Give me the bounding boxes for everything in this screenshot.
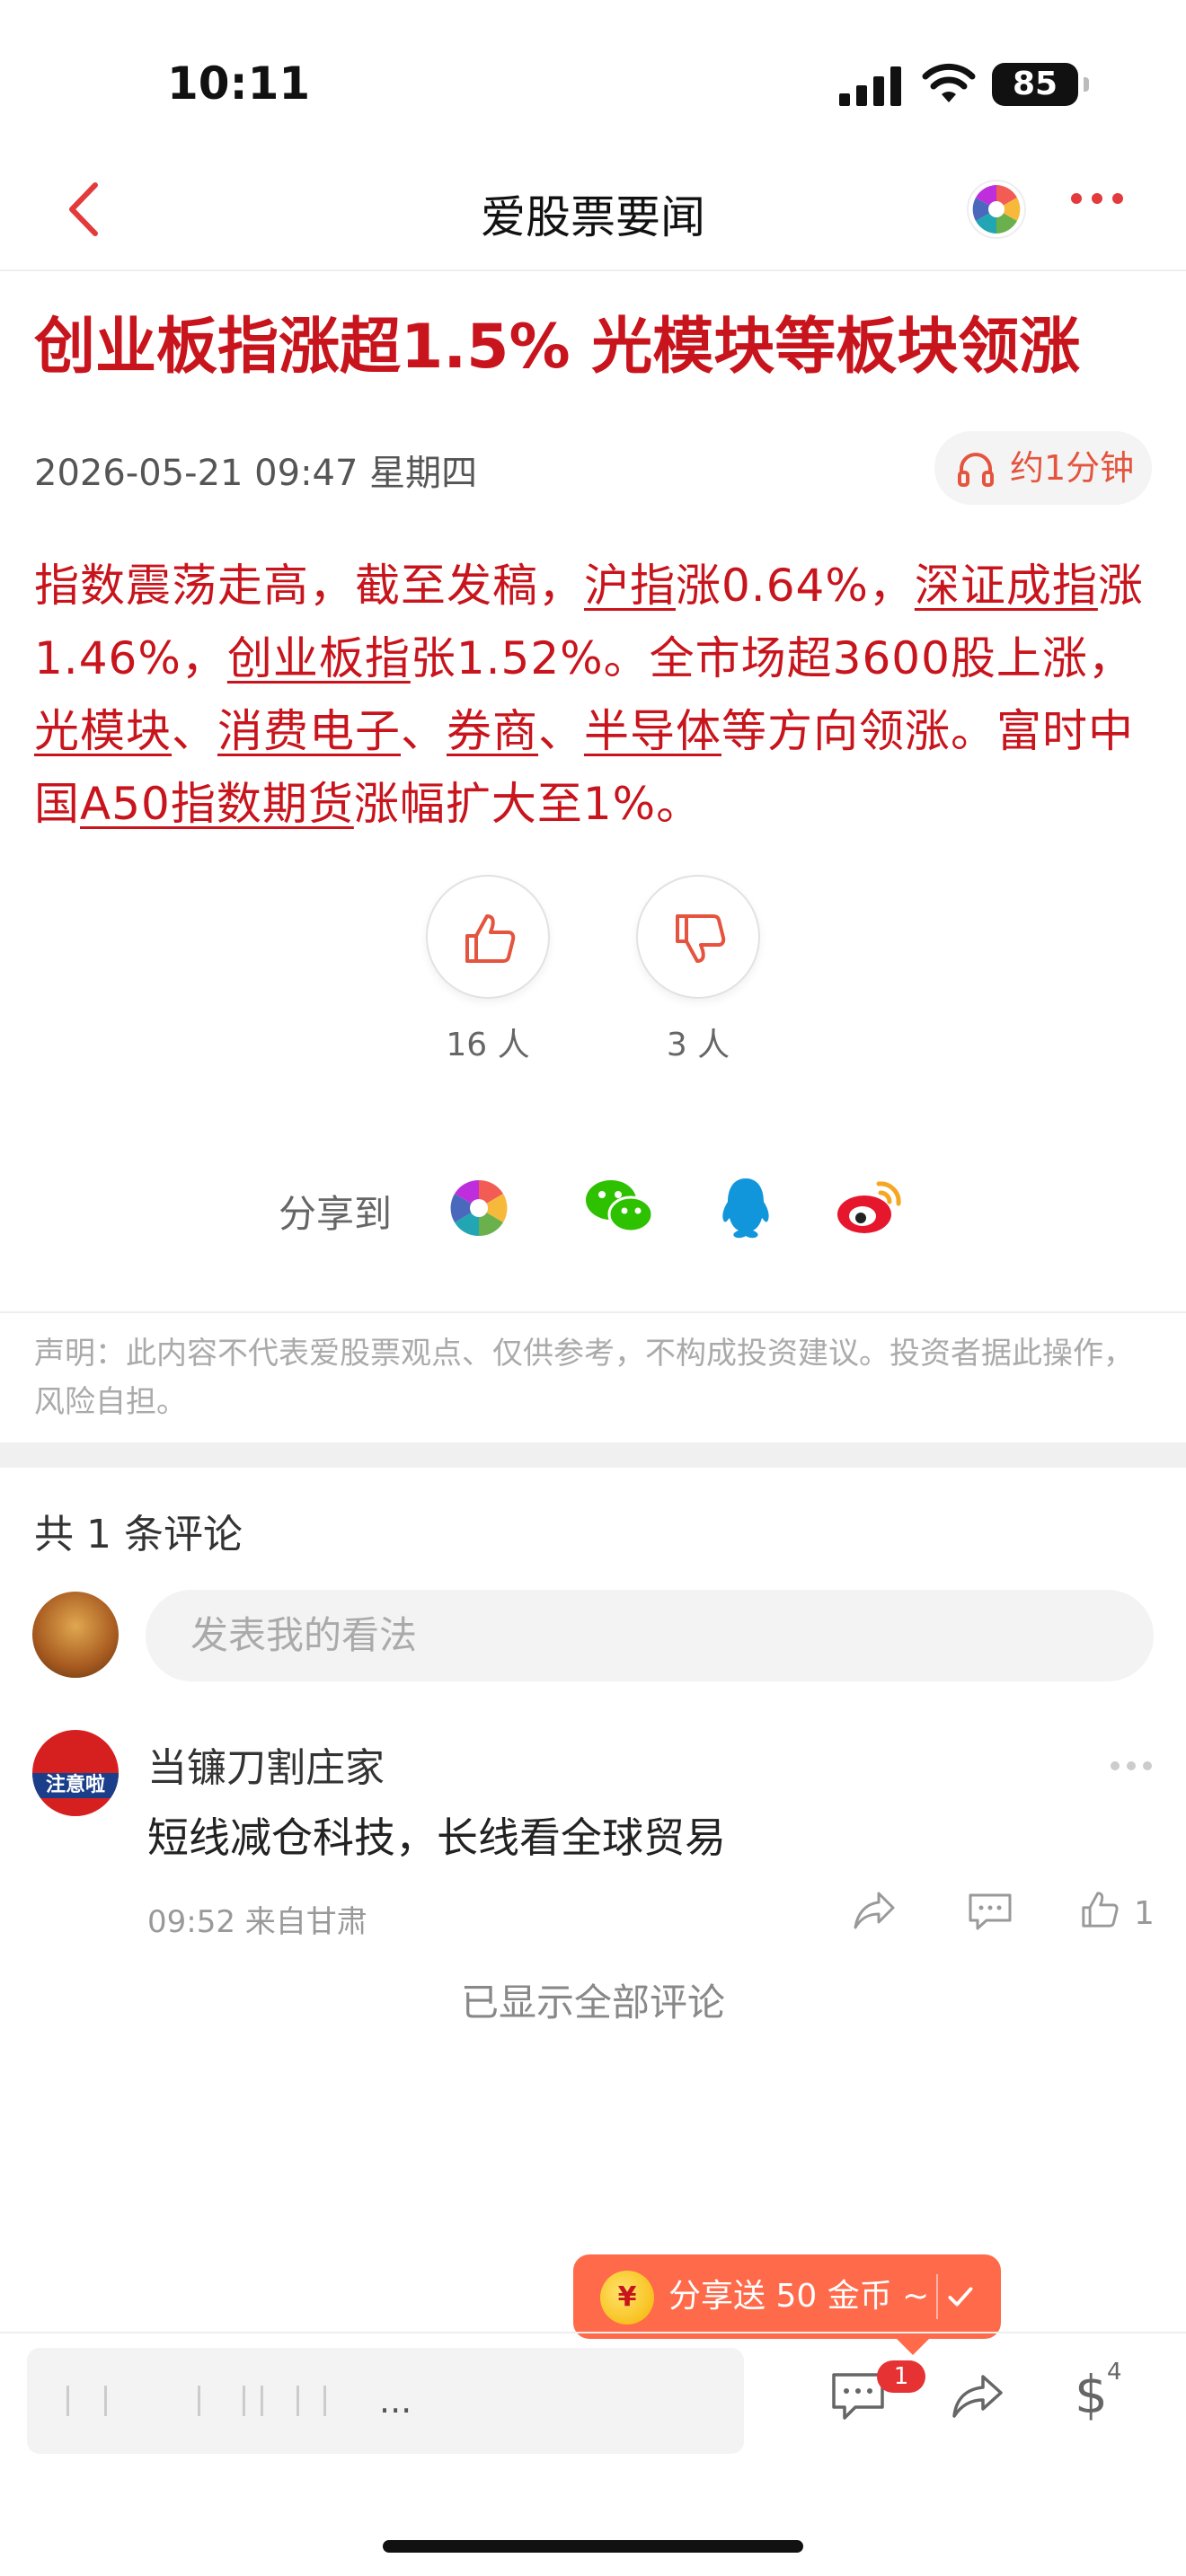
comment-meta: 09:52 来自甘肃 xyxy=(147,1904,367,1940)
comment-input[interactable]: 发表我的看法 xyxy=(146,1590,1154,1681)
commenter-name[interactable]: 当镰刀割庄家 xyxy=(147,1735,385,1793)
comment-share-icon[interactable] xyxy=(852,1890,897,1931)
comment-count: 共 1 条评论 xyxy=(34,1512,243,1557)
share-app-icon[interactable] xyxy=(449,1178,509,1238)
qq-icon[interactable] xyxy=(719,1177,773,1239)
status-time: 10:11 xyxy=(167,57,311,110)
dislike-count: 3 人 xyxy=(666,1027,730,1063)
link-optical-module[interactable]: 光模块 xyxy=(34,705,172,757)
comment-more-icon[interactable] xyxy=(1111,1757,1164,1770)
dislike-button[interactable] xyxy=(636,875,760,999)
reward-icon[interactable]: $ xyxy=(1075,2364,1108,2425)
disclaimer-divider xyxy=(0,1311,1186,1313)
home-indicator xyxy=(383,2540,803,2553)
article-date: 2026-05-21 09:47 星期四 xyxy=(34,453,478,494)
comment-text: 短线减仓科技，长线看全球贸易 xyxy=(147,1813,726,1862)
weibo-icon[interactable] xyxy=(836,1177,904,1236)
battery-indicator: 85 xyxy=(992,63,1089,106)
comment-draft-field[interactable]: ... xyxy=(27,2348,744,2454)
link-chinext-index[interactable]: 创业板指 xyxy=(227,632,411,684)
like-count: 16 人 xyxy=(446,1027,530,1063)
share-icon[interactable] xyxy=(951,2373,1005,2420)
thumbs-up-icon xyxy=(465,914,516,963)
wechat-icon[interactable] xyxy=(584,1177,654,1236)
link-a50-futures[interactable]: A50指数期货 xyxy=(80,778,354,830)
link-semiconductor[interactable]: 半导体 xyxy=(584,705,721,757)
cellular-signal-icon xyxy=(839,66,901,106)
comment-like-count: 1 xyxy=(1134,1895,1155,1932)
checkmark-icon[interactable] xyxy=(936,2274,981,2319)
reward-count: 4 xyxy=(1107,2359,1122,2386)
like-button[interactable] xyxy=(426,875,550,999)
avatar-text: 注意啦 xyxy=(32,1773,119,1798)
article-headline: 创业板指涨超1.5% 光模块等板块领涨 xyxy=(34,312,1081,383)
wifi-icon xyxy=(922,63,976,102)
link-shanghai-index[interactable]: 沪指 xyxy=(584,560,676,612)
article-body: 指数震荡走高，截至发稿，沪指涨0.64%，深证成指涨1.46%，创业板指张1.5… xyxy=(34,560,1144,830)
more-options-icon[interactable] xyxy=(1071,190,1134,226)
commenter-avatar[interactable]: 注意啦 xyxy=(32,1730,119,1816)
link-consumer-electronics[interactable]: 消费电子 xyxy=(217,705,401,757)
coin-icon: ¥ xyxy=(600,2271,654,2325)
comment-like-icon[interactable] xyxy=(1076,1888,1123,1931)
disclaimer-text: 声明：此内容不代表爱股票观点、仅供参考，不构成投资建议。投资者据此操作，风险自担… xyxy=(34,1336,1134,1420)
bottom-bar-divider xyxy=(0,2332,1186,2333)
app-logo-icon[interactable] xyxy=(967,180,1026,239)
link-shenzhen-index[interactable]: 深证成指 xyxy=(915,560,1098,612)
section-gap xyxy=(0,1442,1186,1468)
all-comments-shown: 已显示全部评论 xyxy=(460,1981,725,2025)
draft-text: ... xyxy=(379,2381,412,2421)
promo-label: 分享送 50 金币 ~ xyxy=(668,2278,930,2315)
thumbs-down-icon xyxy=(676,914,726,963)
comment-badge: 1 xyxy=(877,2360,925,2393)
nav-divider xyxy=(0,269,1186,271)
comment-reply-icon[interactable] xyxy=(967,1892,1013,1931)
my-avatar xyxy=(32,1592,119,1678)
audio-duration-label: 约1分钟 xyxy=(1010,448,1135,488)
share-label: 分享到 xyxy=(279,1192,393,1236)
link-brokerage[interactable]: 券商 xyxy=(447,705,538,757)
headphones-icon xyxy=(958,453,994,487)
